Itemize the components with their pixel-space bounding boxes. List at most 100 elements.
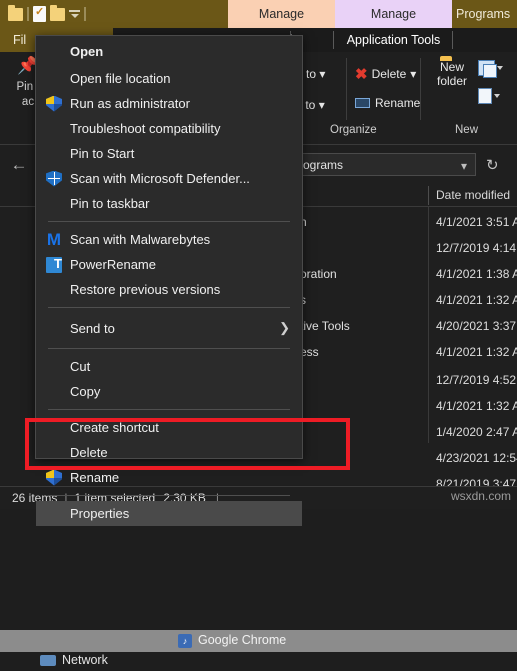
new-item-button[interactable] [478, 60, 503, 78]
file-name: tive Tools [300, 319, 350, 333]
chevron-down-icon[interactable]: ▾ [461, 159, 467, 173]
file-date-modified: 4/23/2021 12:54 [436, 451, 517, 465]
easy-access-button[interactable] [478, 88, 500, 104]
address-path-text: ograms [303, 157, 344, 172]
tab-manage-application[interactable]: Manage [335, 0, 452, 28]
ribbon-group-divider [420, 58, 421, 120]
tab-application-tools-label: Application Tools [346, 33, 441, 47]
powerrename-icon [46, 256, 62, 273]
menu-item-label: Open file location [70, 71, 171, 86]
menu-item-open[interactable]: Open [36, 36, 302, 66]
back-arrow-icon[interactable]: ← [8, 154, 30, 176]
column-header-date-modified[interactable]: Date modified [436, 188, 510, 202]
file-date-modified: 12/7/2019 4:14 [436, 241, 517, 255]
menu-separator [48, 409, 290, 410]
delete-label: Delete [371, 67, 407, 81]
menu-separator [48, 307, 290, 308]
menu-item-pin-to-start[interactable]: Pin to Start [36, 141, 302, 166]
menu-item-label: Troubleshoot compatibility [70, 121, 221, 136]
chevron-right-icon: ❯ [279, 320, 290, 335]
defender-shield-icon [46, 170, 62, 187]
file-date-modified: 4/1/2021 1:32 A [436, 293, 517, 307]
menu-item-open-file-location[interactable]: Open file location [36, 66, 302, 91]
menu-separator [48, 495, 290, 496]
rename-label: Rename [375, 96, 421, 110]
chevron-down-icon[interactable]: ▾ [410, 67, 416, 81]
annotation-highlight-box [25, 418, 350, 470]
new-folder-label-line2: folder [436, 74, 468, 88]
new-group-label: New [455, 124, 479, 136]
file-date-modified: 4/1/2021 3:51 A [436, 215, 517, 229]
file-date-modified: 4/1/2021 1:32 A [436, 345, 517, 359]
menu-item-label: Send to [70, 320, 115, 336]
menu-item-restore-previous-versions[interactable]: Restore previous versions [36, 277, 302, 302]
column-divider[interactable] [428, 186, 429, 205]
tab-manage-application-label: Manage [370, 7, 417, 21]
menu-item-copy[interactable]: Copy [36, 379, 302, 404]
file-date-modified: 4/1/2021 1:32 A [436, 399, 517, 413]
menu-item-powerrename[interactable]: PowerRename [36, 252, 302, 277]
tab-programs-label: Programs [456, 7, 511, 21]
sidebar-item-network-label: Network [62, 653, 108, 667]
menu-item-label: Pin to taskbar [70, 196, 150, 211]
menu-separator [48, 348, 290, 349]
refresh-icon[interactable]: ↻ [486, 156, 499, 174]
menu-item-label: Properties [70, 506, 130, 521]
menu-item-label: Rename [70, 470, 120, 485]
tab-programs[interactable]: Programs [452, 0, 517, 28]
ribbon-contextual-tab-strip: Manage Manage Programs [0, 0, 517, 28]
menu-item-label: Open [70, 43, 104, 59]
malwarebytes-icon: M [46, 229, 62, 249]
chevron-down-icon[interactable]: ▾ [319, 98, 325, 112]
chrome-shortcut-icon: ♪ [178, 634, 192, 648]
menu-item-run-as-administrator[interactable]: Run as administrator [36, 91, 302, 116]
tab-divider [333, 31, 334, 49]
menu-item-label: PowerRename [70, 257, 156, 272]
network-icon [40, 655, 56, 666]
watermark: wsxdn.com [450, 489, 511, 503]
menu-item-label: Run as administrator [70, 96, 190, 111]
new-folder-button[interactable]: New folder [428, 60, 476, 88]
rename-icon [355, 98, 370, 108]
rename-button[interactable]: Rename [355, 96, 420, 110]
uac-shield-icon [46, 469, 62, 486]
chevron-down-icon[interactable] [494, 94, 500, 98]
ribbon-group-divider [346, 58, 347, 120]
table-row-selected[interactable]: ♪ Google Chrome [0, 630, 517, 652]
menu-item-cut[interactable]: Cut [36, 354, 302, 379]
sidebar-item-network[interactable]: Network [0, 651, 517, 671]
chevron-down-icon[interactable] [497, 66, 503, 70]
menu-item-label: Cut [70, 359, 91, 374]
menu-item-pin-to-taskbar[interactable]: Pin to taskbar [36, 191, 302, 216]
file-name: oration [300, 267, 337, 281]
new-item-icon [478, 60, 497, 78]
file-date-modified: 4/20/2021 3:37 [436, 319, 517, 333]
chevron-down-icon[interactable]: ▾ [319, 67, 325, 81]
address-input[interactable]: ograms ▾ [296, 153, 476, 176]
file-date-modified: 4/1/2021 1:38 A [436, 267, 517, 281]
menu-separator [48, 221, 290, 222]
menu-item-scan-with-microsoft-defender[interactable]: Scan with Microsoft Defender... [36, 166, 302, 191]
selected-file-name: Google Chrome [198, 633, 287, 647]
tab-file-label: Fil [13, 33, 27, 47]
organize-group-label: Organize [330, 124, 377, 136]
easy-access-icon [478, 88, 492, 104]
file-date-modified: 1/4/2020 2:47 A [436, 425, 517, 439]
file-date-modified: 12/7/2019 4:52 [436, 373, 517, 387]
new-folder-label-line1: New [439, 60, 464, 74]
tab-divider [452, 31, 453, 49]
delete-button[interactable]: ✖ Delete ▾ [355, 65, 416, 83]
menu-item-properties[interactable]: Properties [36, 501, 302, 526]
menu-item-scan-with-malwarebytes[interactable]: M Scan with Malwarebytes [36, 227, 302, 252]
menu-item-label: Scan with Malwarebytes [70, 232, 211, 247]
context-menu[interactable]: Open Open file location Run as administrat… [35, 35, 303, 526]
tab-manage-drive[interactable]: Manage [228, 0, 335, 28]
menu-item-label: Restore previous versions [70, 282, 221, 297]
menu-item-label: Scan with Microsoft Defender... [70, 171, 250, 186]
pin-label-line2: ac [21, 96, 35, 108]
menu-item-send-to[interactable]: Send to ❯ [36, 313, 302, 343]
menu-item-troubleshoot-compatibility[interactable]: Troubleshoot compatibility [36, 116, 302, 141]
menu-item-label: Copy [70, 384, 101, 399]
delete-x-icon: ✖ [355, 66, 368, 83]
menu-item-label: Pin to Start [70, 146, 135, 161]
